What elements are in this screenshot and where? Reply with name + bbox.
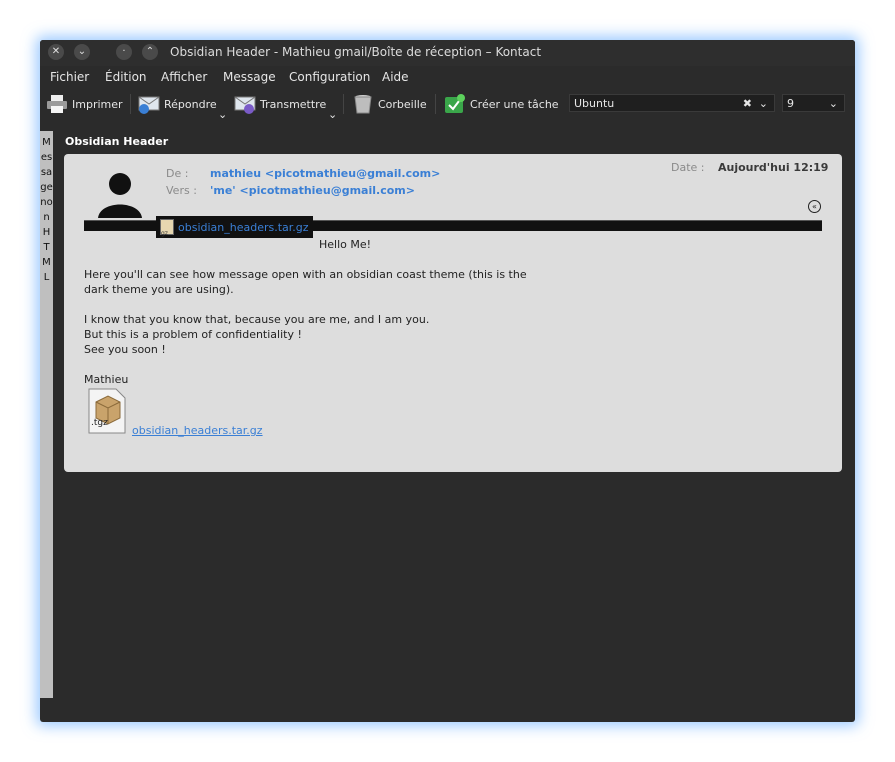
attachment-name: obsidian_headers.tar.gz — [178, 220, 309, 234]
attachment-tab[interactable]: gz obsidian_headers.tar.gz — [156, 216, 313, 238]
forward-icon — [234, 94, 256, 114]
body-line-4: I know that you know that, because you a… — [84, 313, 430, 326]
maximize-icon[interactable]: · — [116, 44, 132, 60]
from-address-link[interactable]: mathieu <picotmathieu@gmail.com> — [210, 167, 440, 180]
avatar-icon — [95, 170, 145, 220]
menu-message[interactable]: Message — [223, 70, 276, 84]
body-line-5: But this is a problem of confidentiality… — [84, 328, 302, 341]
chevron-down-icon[interactable]: ⌄ — [759, 95, 768, 113]
archive-icon[interactable]: .tgz — [88, 388, 126, 434]
attachment-icon-text: gz — [161, 230, 168, 237]
trash-label: Corbeille — [378, 97, 427, 111]
menu-fichier[interactable]: Fichier — [50, 70, 89, 84]
body-line-2: dark theme you are using). — [84, 283, 234, 296]
menu-edition[interactable]: Édition — [105, 70, 147, 84]
message-heading: Hello Me! — [319, 238, 372, 251]
title-bar: ✕ ⌄ · ⌃ Obsidian Header - Mathieu gmail/… — [40, 40, 855, 66]
to-label: Vers : — [166, 184, 197, 197]
body-line-6: See you soon ! — [84, 343, 166, 356]
toolbar-separator — [130, 94, 131, 114]
clear-icon[interactable]: ✖ — [743, 95, 752, 113]
task-icon — [444, 94, 466, 114]
menu-aide[interactable]: Aide — [382, 70, 409, 84]
from-label: De : — [166, 167, 189, 180]
printer-icon — [46, 94, 68, 114]
body-line-1: Here you'll can see how message open wit… — [84, 268, 527, 281]
archive-icon: gz — [160, 219, 174, 237]
font-value: Ubuntu — [574, 97, 615, 110]
forward-chevron-down-icon[interactable]: ⌄ — [328, 102, 337, 126]
body-signature: Mathieu — [84, 373, 129, 386]
window-title: Obsidian Header - Mathieu gmail/Boîte de… — [170, 45, 542, 59]
attachment-link[interactable]: obsidian_headers.tar.gz — [132, 424, 263, 437]
toolbar-separator — [435, 94, 436, 114]
to-address-link[interactable]: 'me' <picotmathieu@gmail.com> — [210, 184, 415, 197]
menu-afficher[interactable]: Afficher — [161, 70, 207, 84]
date-value: Aujourd'hui 12:19 — [718, 161, 829, 174]
print-label: Imprimer — [72, 97, 123, 111]
minimize-icon[interactable]: ⌄ — [74, 44, 90, 60]
message-subject: Obsidian Header — [65, 135, 169, 148]
reply-chevron-down-icon[interactable]: ⌄ — [218, 102, 227, 126]
non-html-indicator: Message non HTML — [40, 131, 53, 698]
menu-configuration[interactable]: Configuration — [289, 70, 370, 84]
forward-button[interactable]: Transmettre — [234, 92, 326, 116]
print-button[interactable]: Imprimer — [46, 92, 123, 116]
non-html-label: Message non HTML — [40, 137, 56, 283]
create-task-button[interactable]: Créer une tâche — [444, 92, 559, 116]
message-header-card: De : mathieu <picotmathieu@gmail.com> Ve… — [64, 154, 842, 472]
trash-icon — [352, 94, 374, 114]
keep-above-icon[interactable]: ⌃ — [142, 44, 158, 60]
archive-icon-label: .tgz — [91, 418, 108, 428]
reply-button[interactable]: Répondre — [138, 92, 217, 116]
toolbar-separator — [343, 94, 344, 114]
date-label: Date : — [671, 161, 705, 174]
font-combobox[interactable]: Ubuntu ✖ ⌄ — [569, 94, 775, 112]
task-label: Créer une tâche — [470, 97, 559, 111]
close-icon[interactable]: ✕ — [48, 44, 64, 60]
trash-button[interactable]: Corbeille — [352, 92, 427, 116]
forward-label: Transmettre — [260, 97, 327, 111]
main-toolbar: Imprimer Répondre ⌄ Transmettre ⌄ Corbei… — [40, 90, 855, 121]
chevron-down-icon[interactable]: ⌄ — [829, 95, 838, 113]
menu-bar: Fichier Édition Afficher Message Configu… — [40, 67, 855, 89]
reply-label: Répondre — [164, 97, 217, 111]
font-size-value: 9 — [787, 97, 794, 110]
kontact-window: ✕ ⌄ · ⌃ Obsidian Header - Mathieu gmail/… — [40, 40, 855, 722]
font-size-combobox[interactable]: 9 ⌄ — [782, 94, 845, 112]
collapse-icon[interactable]: « — [808, 200, 821, 213]
reply-icon — [138, 94, 160, 114]
